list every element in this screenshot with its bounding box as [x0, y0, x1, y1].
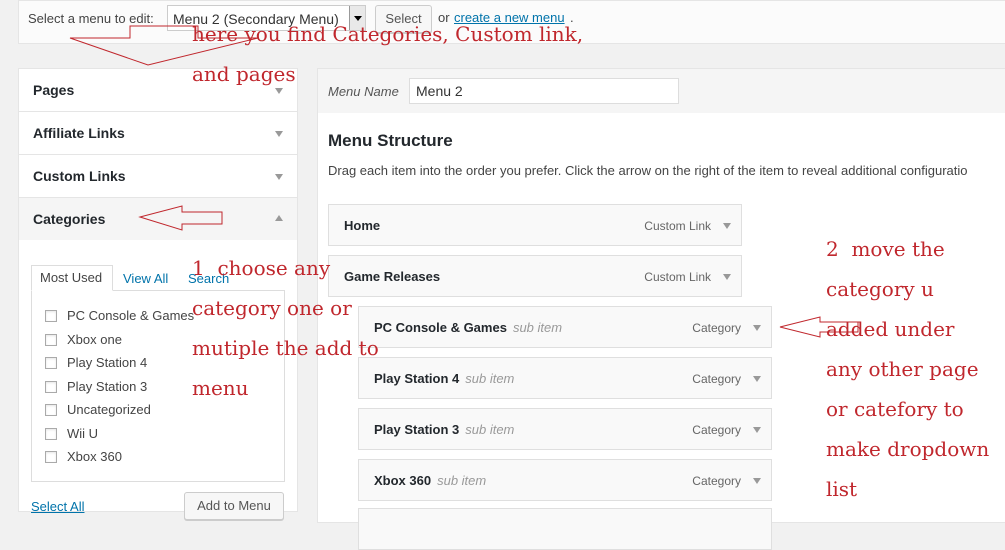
annotation-left: 1 choose any category one or mutiple the… [192, 256, 379, 400]
annotation-top: here you find Categories, Custom link, a… [192, 22, 584, 86]
annotation-right: 2 move the category u added under any ot… [826, 237, 990, 501]
menu-item-partial[interactable] [358, 508, 772, 550]
tab-most-used[interactable]: Most Used [31, 265, 113, 291]
arrow-left-icon [138, 205, 223, 231]
